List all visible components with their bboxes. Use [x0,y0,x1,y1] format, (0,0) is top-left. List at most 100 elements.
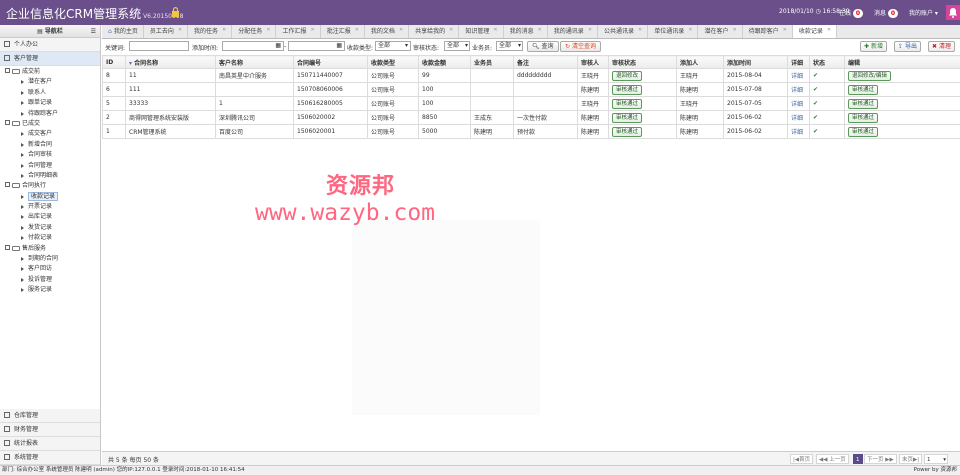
tab-close-icon[interactable]: ✕ [827,27,831,33]
tab-close-icon[interactable]: ✕ [732,27,736,33]
edit-button[interactable]: 审核通过 [848,84,879,95]
sidebar-item-warehouse[interactable]: 仓库管理 [0,409,100,423]
next-page-button[interactable]: 下一页 ▶▶ [864,454,897,464]
tree-folder[interactable]: 已成交 [0,119,100,129]
tree-item[interactable]: 出库记录 [0,212,100,222]
tab-item[interactable]: 共享给我的 ✕ [409,25,460,38]
tree-item[interactable]: 投诉管理 [0,275,100,285]
tab-close-icon[interactable]: ✕ [449,27,453,33]
column-header[interactable]: 审核状态 [608,55,677,69]
column-header[interactable]: 添加人 [676,55,724,69]
tab-item[interactable]: 单位通讯录 ✕ [648,25,699,38]
tab-item[interactable]: 分配任务 ✕ [232,25,277,38]
tab-item[interactable]: 潜在客户 ✕ [698,25,743,38]
cell-detail[interactable]: 详细 [787,82,810,97]
tree-item[interactable]: 合同明细表 [0,171,100,181]
column-header[interactable]: 业务员 [470,55,514,69]
column-header[interactable]: 收款类型 [367,55,419,69]
tree-item[interactable]: 发货记录 [0,223,100,233]
lock-icon[interactable] [171,7,180,17]
tree-item[interactable]: 收款记录 [0,191,100,203]
tab-close-icon[interactable]: ✕ [588,27,592,33]
column-header[interactable]: ID [102,55,126,69]
last-page-button[interactable]: 末页▶| [899,454,923,464]
tab-close-icon[interactable]: ✕ [688,27,692,33]
audit-status-button[interactable]: 退回修改 [612,70,643,81]
tab-close-icon[interactable]: ✕ [222,27,226,33]
export-button[interactable]: ⇪ 导出 [894,41,921,52]
audit-status-select[interactable]: 全部 ▾ [444,41,470,51]
table-row[interactable]: 5 33333 1 150616280005 公司账号 100 王晓丹 审核通过 王晓丹 2015… [102,96,960,111]
tab-item[interactable]: 我的任务 ✕ [188,25,233,38]
query-button[interactable]: 🔍︎ 查询 [527,41,559,52]
tab-close-icon[interactable]: ✕ [399,27,403,33]
page-jump-select[interactable]: 1 ▾ [924,454,948,464]
tree-item[interactable]: 服务记录 [0,285,100,295]
prev-page-button[interactable]: ◀◀ 上一页 [816,454,849,464]
tab-item[interactable]: 知识管理 ✕ [459,25,504,38]
clean-button[interactable]: ✖ 清理 [928,41,955,52]
collapse-icon[interactable]: ☰ [91,25,96,38]
first-page-button[interactable]: |◀首页 [790,454,814,464]
tree-item[interactable]: 潜在客户 [0,77,100,87]
tab-item[interactable]: ⌂ 我的主页 [102,25,144,38]
tree-item[interactable]: 成交客户 [0,129,100,139]
tab-close-icon[interactable]: ✕ [783,27,787,33]
table-row[interactable]: 6 111 150708060006 公司账号 100 陈建明 审核通过 陈建明 2015-07… [102,82,960,97]
edit-button[interactable]: 审核通过 [848,98,879,109]
tree-item[interactable]: 合同审核 [0,150,100,160]
tree-folder[interactable]: 成交前 [0,67,100,77]
column-header[interactable]: ▾ 合同名称 [125,55,216,69]
tree-item[interactable]: 合同管理 [0,161,100,171]
audit-status-button[interactable]: 审核通过 [612,98,643,109]
tab-close-icon[interactable]: ✕ [178,27,182,33]
tab-item[interactable]: 我的消息 ✕ [504,25,548,38]
sidebar-item-customer-management[interactable]: 客户管理 [0,52,100,66]
tab-item[interactable]: 待跟踪客户 ✕ [743,25,793,38]
column-header[interactable]: 状态 [809,55,845,69]
cell-detail[interactable]: 详细 [787,68,810,83]
column-header[interactable]: 客户名称 [215,55,294,69]
cell-detail[interactable]: 详细 [787,110,810,125]
tab-item[interactable]: 员工去向 ✕ [144,25,189,38]
tab-item[interactable]: 公共通讯录 ✕ [598,25,649,38]
tree-item[interactable]: 客户回访 [0,264,100,274]
edit-button[interactable]: 审核通过 [848,126,879,137]
collect-type-select[interactable]: 全部 ▾ [375,41,411,51]
tree-folder[interactable]: 合同执行 [0,181,100,191]
online-indicator[interactable]: 在线 0 [839,8,864,18]
audit-status-button[interactable]: 审核通过 [612,112,643,123]
column-header[interactable]: 编辑 [844,55,960,69]
tree-item[interactable]: 付款记录 [0,233,100,243]
tab-close-icon[interactable]: ✕ [266,27,270,33]
add-button[interactable]: ✚ 新增 [860,41,887,52]
tree-folder[interactable]: 售后服务 [0,244,100,254]
tree-item[interactable]: 待跟踪客户 [0,109,100,119]
keyword-input[interactable] [129,41,189,51]
tree-item[interactable]: 跟单记录 [0,98,100,108]
tree-item[interactable]: 新增合同 [0,140,100,150]
sidebar-item-reports[interactable]: 统计报表 [0,437,100,451]
end-date-input[interactable]: ▦ [288,41,345,51]
tab-close-icon[interactable]: ✕ [538,27,542,33]
tab-close-icon[interactable]: ✕ [311,27,315,33]
start-date-input[interactable]: ▦ [222,41,284,51]
tab-close-icon[interactable]: ✕ [355,27,359,33]
staff-select[interactable]: 全部 ▾ [496,41,523,51]
cell-detail[interactable]: 详细 [787,124,810,139]
tree-item[interactable]: 联系人 [0,88,100,98]
bell-icon-wrap[interactable] [946,5,960,20]
current-page-button[interactable]: 1 [853,454,863,464]
clear-query-button[interactable]: ↻ 清空查询 [560,41,601,52]
column-header[interactable]: 备注 [513,55,578,69]
message-indicator[interactable]: 消息 0 [874,8,899,18]
tree-item[interactable]: 开票记录 [0,202,100,212]
column-header[interactable]: 审核人 [577,55,609,69]
table-row[interactable]: 1 CRM管理系统 百度公司 1506020001 公司账号 5000 陈建明 预付款 陈建明审… [102,124,960,139]
edit-button[interactable]: 审核通过 [848,112,879,123]
tab-item[interactable]: 工作汇报 ✕ [276,25,321,38]
table-row[interactable]: 2 商得网管理系统安装版 深圳腾讯公司 1506020002 公司账号 8850 王成东 一次… [102,110,960,125]
edit-button[interactable]: 退回修改/编辑 [848,70,891,81]
tab-item[interactable]: 我的通讯录 ✕ [548,25,599,38]
table-row[interactable]: 8 11 南昌英星中介服务 150711440007 公司账号 99 ddddddddd 王晓… [102,68,960,83]
